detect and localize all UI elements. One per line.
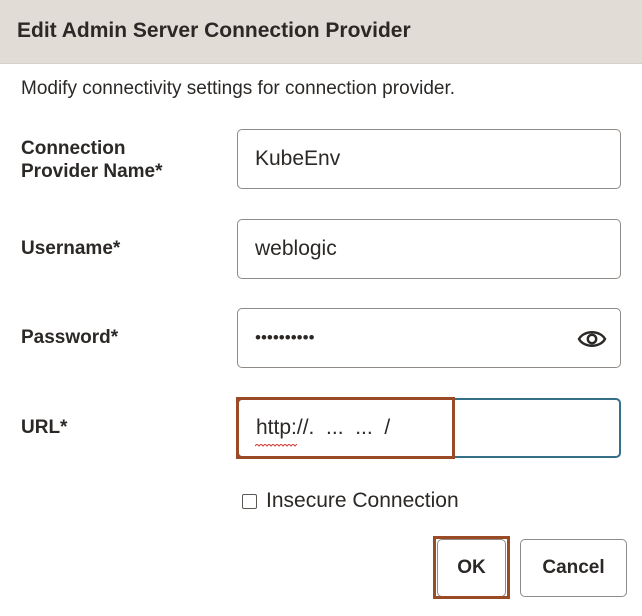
dialog-title: Edit Admin Server Connection Provider	[17, 19, 411, 42]
connection-provider-name-field[interactable]	[237, 129, 621, 189]
username-field[interactable]	[237, 219, 621, 279]
dialog-description: Modify connectivity settings for connect…	[21, 78, 456, 99]
password-label: Password*	[21, 327, 119, 348]
username-label: Username*	[21, 238, 121, 259]
insecure-connection-checkbox[interactable]	[242, 493, 257, 509]
insecure-connection-label: Insecure Connection	[266, 489, 459, 512]
connection-provider-name-label-line2: Provider Name*	[21, 161, 163, 182]
connection-provider-name-input[interactable]	[255, 130, 555, 188]
connection-provider-name-label-line1: Connection	[21, 138, 126, 159]
cancel-button[interactable]: Cancel	[520, 539, 627, 597]
dialog-titlebar: Edit Admin Server Connection Provider	[0, 0, 642, 64]
username-input[interactable]	[255, 220, 555, 278]
insecure-connection-option[interactable]: Insecure Connection	[242, 488, 459, 514]
url-label: URL*	[21, 417, 68, 438]
password-input[interactable]	[255, 309, 555, 367]
ok-button-highlight	[433, 536, 510, 599]
url-value-highlight	[236, 397, 455, 459]
eye-icon[interactable]	[577, 325, 607, 353]
edit-connection-provider-dialog: Edit Admin Server Connection Provider Mo…	[0, 0, 642, 616]
password-field[interactable]	[237, 308, 621, 368]
connection-provider-name-label: Connection Provider Name*	[21, 137, 163, 183]
